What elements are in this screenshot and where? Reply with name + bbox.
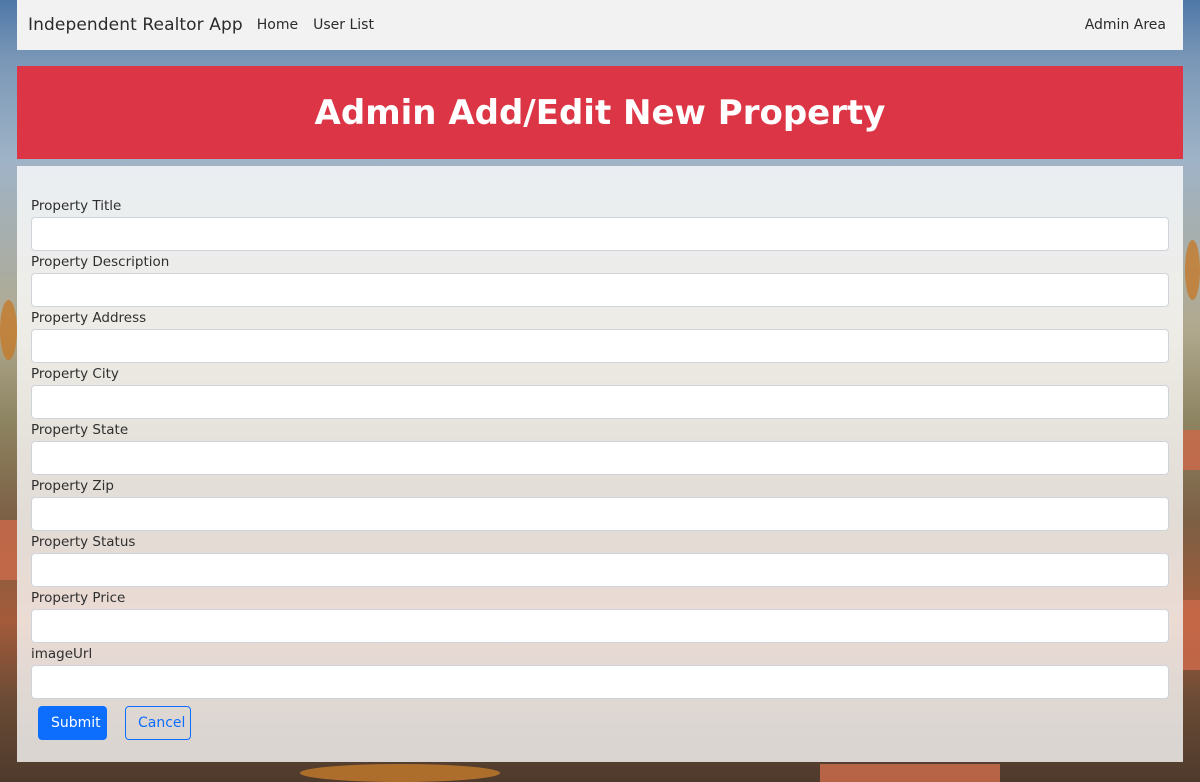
form-group-state: Property State [31,422,1169,478]
property-status-input[interactable] [31,553,1169,587]
app-brand[interactable]: Independent Realtor App [28,15,243,35]
property-title-input[interactable] [31,217,1169,251]
field-label-title: Property Title [31,198,122,214]
field-label-description: Property Description [31,254,170,270]
form-group-city: Property City [31,366,1169,422]
property-state-input[interactable] [31,441,1169,475]
field-label-state: Property State [31,422,129,438]
field-label-status: Property Status [31,534,136,550]
background-tree [1185,240,1200,300]
property-address-input[interactable] [31,329,1169,363]
page-title: Admin Add/Edit New Property [314,92,886,133]
image-url-input[interactable] [31,665,1169,699]
top-navbar: Independent Realtor App Home User List A… [17,0,1183,50]
property-description-input[interactable] [31,273,1169,307]
background-tree [300,764,500,782]
property-zip-input[interactable] [31,497,1169,531]
field-label-image-url: imageUrl [31,646,93,662]
form-group-zip: Property Zip [31,478,1169,534]
property-form: Property Title Property Description Prop… [17,166,1183,762]
form-group-image-url: imageUrl [31,646,1169,702]
field-label-zip: Property Zip [31,478,114,494]
nav-link-admin-area[interactable]: Admin Area [1085,17,1166,33]
field-label-price: Property Price [31,590,126,606]
form-actions: Submit Cancel [38,706,191,740]
form-group-price: Property Price [31,590,1169,646]
form-group-address: Property Address [31,310,1169,366]
page-header-banner: Admin Add/Edit New Property [17,66,1183,159]
form-group-description: Property Description [31,254,1169,310]
cancel-button[interactable]: Cancel [125,706,191,740]
submit-button[interactable]: Submit [38,706,107,740]
form-group-title: Property Title [31,198,1169,254]
background-tree [0,300,17,360]
background-roof [820,764,1000,782]
nav-link-user-list[interactable]: User List [313,17,374,33]
background-roof [0,520,17,580]
property-city-input[interactable] [31,385,1169,419]
field-label-address: Property Address [31,310,147,326]
form-group-status: Property Status [31,534,1169,590]
nav-link-home[interactable]: Home [257,17,298,33]
property-price-input[interactable] [31,609,1169,643]
background-roof [1183,430,1200,470]
background-roof [1183,600,1200,670]
field-label-city: Property City [31,366,119,382]
